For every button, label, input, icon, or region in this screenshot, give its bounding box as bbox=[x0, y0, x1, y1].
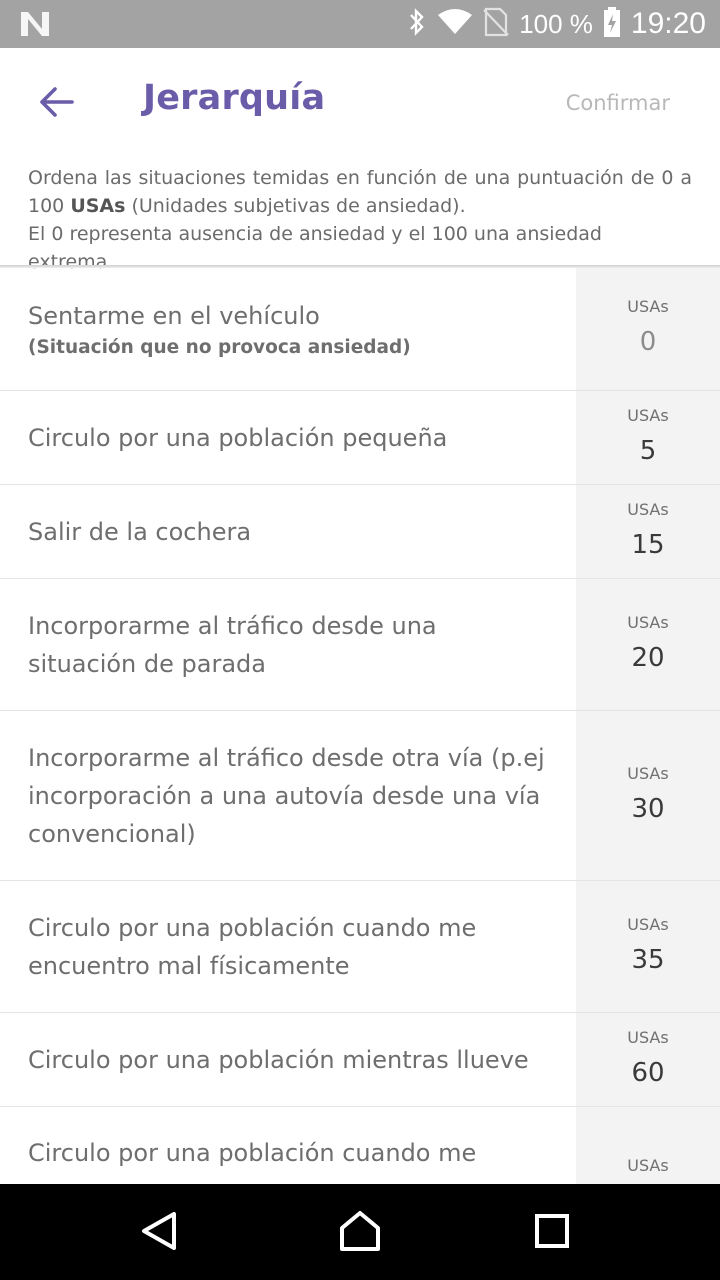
arrow-back-icon bbox=[38, 86, 74, 122]
item-sublabel: (Situación que no provoca ansiedad) bbox=[28, 337, 411, 358]
nav-recents-button[interactable] bbox=[527, 1208, 577, 1258]
list-item[interactable]: Circulo por una población mientras lluev… bbox=[0, 1013, 720, 1107]
item-text: Circulo por una población pequeña bbox=[0, 391, 576, 484]
instructions-unit: USAs bbox=[70, 195, 126, 217]
usa-label: USAs bbox=[627, 1027, 669, 1047]
list-item[interactable]: Circulo por una población cuando me encu… bbox=[0, 881, 720, 1013]
usa-value: 15 bbox=[631, 529, 665, 560]
home-icon bbox=[338, 1210, 382, 1256]
usa-label: USAs bbox=[627, 914, 669, 934]
usa-score[interactable]: USAs 20 bbox=[576, 579, 720, 710]
usa-label: USAs bbox=[627, 612, 669, 632]
list-item[interactable]: Incorporarme al tráfico desde una situac… bbox=[0, 579, 720, 711]
usa-score[interactable]: USAs 5 bbox=[576, 391, 720, 484]
bluetooth-icon bbox=[407, 7, 427, 41]
usa-score[interactable]: USAs 30 bbox=[576, 711, 720, 880]
confirm-button[interactable]: Confirmar bbox=[566, 91, 670, 115]
usa-label: USAs bbox=[627, 1156, 669, 1175]
usa-label: USAs bbox=[627, 763, 669, 783]
item-text: Sentarme en el vehículo (Situación que n… bbox=[0, 268, 576, 390]
usa-label: USAs bbox=[627, 499, 669, 519]
no-sim-icon bbox=[483, 7, 509, 41]
usa-value: 35 bbox=[631, 944, 665, 975]
usa-score[interactable]: USAs 15 bbox=[576, 485, 720, 578]
usa-value: 0 bbox=[639, 327, 657, 357]
recents-square-icon bbox=[534, 1213, 570, 1253]
item-label: Incorporarme al tráfico desde otra vía (… bbox=[28, 743, 545, 848]
item-text: Salir de la cochera bbox=[0, 485, 576, 578]
item-label: Sentarme en el vehículo bbox=[28, 302, 320, 330]
nav-home-button[interactable] bbox=[335, 1208, 385, 1258]
usa-score[interactable]: USAs 35 bbox=[576, 881, 720, 1012]
navigation-bar bbox=[0, 1184, 720, 1280]
item-label: Salir de la cochera bbox=[28, 517, 252, 546]
item-text: Circulo por una población cuando me encu… bbox=[0, 881, 576, 1012]
usa-score[interactable]: USAs 0 bbox=[576, 268, 720, 390]
list-item[interactable]: Circulo por una población pequeña USAs 5 bbox=[0, 391, 720, 485]
item-label: Circulo por una población pequeña bbox=[28, 423, 448, 452]
instructions-part2: (Unidades subjetivas de ansiedad). bbox=[125, 195, 466, 217]
item-label: Circulo por una población cuando me bbox=[28, 1139, 477, 1167]
battery-charging-icon bbox=[603, 6, 621, 42]
usa-value: 30 bbox=[631, 793, 665, 824]
usa-value: 20 bbox=[631, 642, 665, 673]
list-item[interactable]: Sentarme en el vehículo (Situación que n… bbox=[0, 268, 720, 391]
usa-value: 60 bbox=[631, 1057, 665, 1088]
app-bar: Jerarquía Confirmar bbox=[0, 48, 720, 160]
page-title: Jerarquía bbox=[143, 78, 326, 118]
list-item[interactable]: Incorporarme al tráfico desde otra vía (… bbox=[0, 711, 720, 881]
item-label: Incorporarme al tráfico desde una situac… bbox=[28, 611, 437, 678]
situations-list[interactable]: Sentarme en el vehículo (Situación que n… bbox=[0, 268, 720, 1184]
item-label: Circulo por una población cuando me encu… bbox=[28, 913, 477, 980]
list-item[interactable]: Salir de la cochera USAs 15 bbox=[0, 485, 720, 579]
item-text: Circulo por una población cuando me bbox=[0, 1107, 576, 1184]
usa-score[interactable]: USAs bbox=[576, 1107, 720, 1184]
item-text: Incorporarme al tráfico desde una situac… bbox=[0, 579, 576, 710]
usa-score[interactable]: USAs 60 bbox=[576, 1013, 720, 1106]
item-text: Incorporarme al tráfico desde otra vía (… bbox=[0, 711, 576, 880]
usa-value: 5 bbox=[639, 435, 657, 466]
item-label: Circulo por una población mientras lluev… bbox=[28, 1045, 529, 1074]
back-triangle-icon bbox=[139, 1210, 179, 1256]
battery-percentage: 100 % bbox=[519, 8, 593, 39]
instructions-text: Ordena las situaciones temidas en funció… bbox=[28, 164, 692, 276]
wifi-icon bbox=[437, 7, 473, 41]
nav-back-button[interactable] bbox=[134, 1208, 184, 1258]
clock: 19:20 bbox=[630, 7, 706, 40]
usa-label: USAs bbox=[627, 297, 669, 316]
list-item[interactable]: Circulo por una población cuando me USAs bbox=[0, 1107, 720, 1184]
item-text: Circulo por una población mientras lluev… bbox=[0, 1013, 576, 1106]
status-bar: 100 % 19:20 bbox=[0, 0, 720, 48]
notification-n-icon bbox=[18, 9, 52, 39]
usa-label: USAs bbox=[627, 405, 669, 425]
back-button[interactable] bbox=[30, 78, 82, 130]
